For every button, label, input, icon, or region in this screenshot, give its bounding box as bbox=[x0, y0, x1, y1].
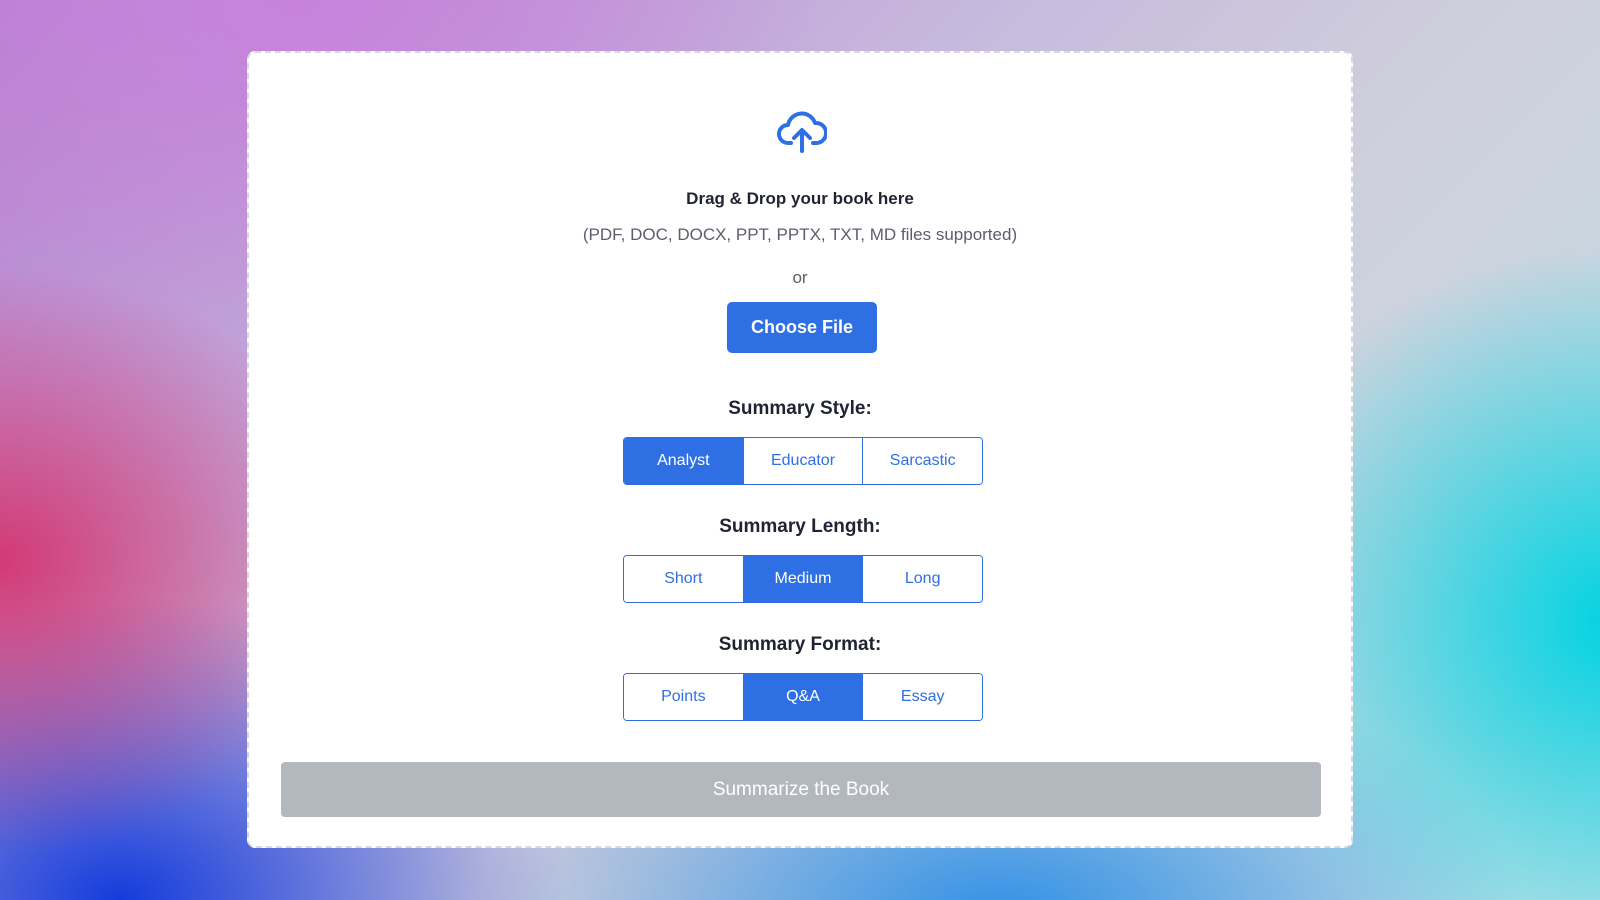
summary-length-selector: Short Medium Long bbox=[623, 555, 983, 603]
style-option-analyst[interactable]: Analyst bbox=[624, 438, 744, 484]
format-option-points[interactable]: Points bbox=[624, 674, 744, 720]
length-option-short[interactable]: Short bbox=[624, 556, 744, 602]
drop-zone-title: Drag & Drop your book here bbox=[686, 189, 914, 208]
summary-style-label: Summary Style: bbox=[728, 398, 872, 419]
style-option-sarcastic[interactable]: Sarcastic bbox=[863, 438, 982, 484]
or-separator: or bbox=[792, 268, 808, 287]
length-option-long[interactable]: Long bbox=[863, 556, 982, 602]
summary-style-selector: Analyst Educator Sarcastic bbox=[623, 437, 983, 485]
format-option-qa[interactable]: Q&A bbox=[743, 674, 864, 720]
supported-formats-text: (PDF, DOC, DOCX, PPT, PPTX, TXT, MD file… bbox=[582, 225, 1018, 244]
summary-format-label: Summary Format: bbox=[718, 634, 882, 655]
length-option-medium[interactable]: Medium bbox=[743, 556, 864, 602]
choose-file-button[interactable]: Choose File bbox=[727, 302, 877, 353]
summary-format-selector: Points Q&A Essay bbox=[623, 673, 983, 721]
style-option-educator[interactable]: Educator bbox=[743, 438, 864, 484]
summary-length-label: Summary Length: bbox=[719, 516, 881, 537]
upload-drop-zone[interactable]: Drag & Drop your book here (PDF, DOC, DO… bbox=[247, 51, 1353, 848]
summarize-book-button[interactable]: Summarize the Book bbox=[281, 762, 1321, 817]
cloud-upload-icon bbox=[777, 111, 827, 153]
format-option-essay[interactable]: Essay bbox=[863, 674, 982, 720]
